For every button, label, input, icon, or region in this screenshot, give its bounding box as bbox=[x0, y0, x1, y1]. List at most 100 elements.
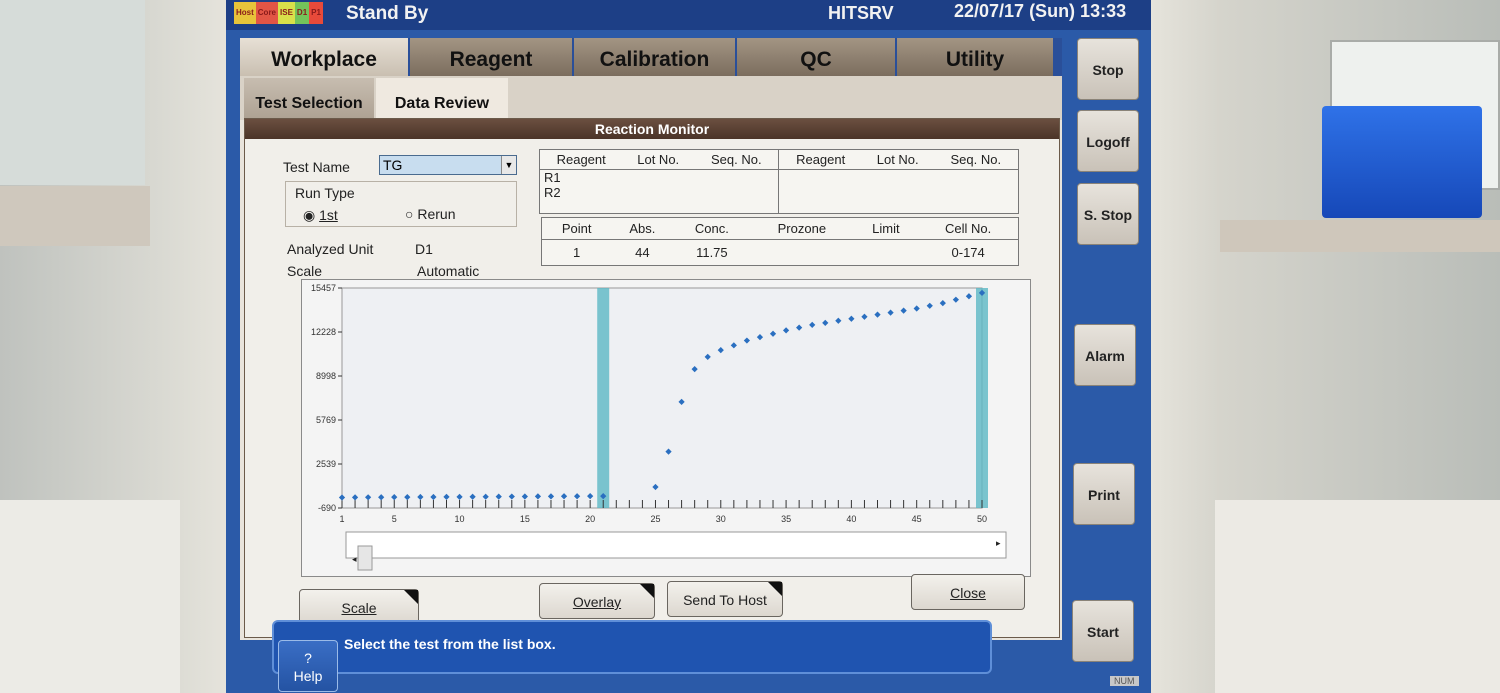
date-time: 22/07/17 (Sun) 13:33 bbox=[954, 1, 1127, 21]
s-stop-button[interactable]: S. Stop bbox=[1077, 183, 1139, 245]
background-shelf bbox=[0, 186, 150, 246]
system-status: Stand By bbox=[346, 3, 429, 24]
start-button[interactable]: Start bbox=[1072, 600, 1134, 662]
run-type-rerun-radio[interactable]: ○ Rerun bbox=[405, 206, 456, 222]
col-header: Seq. No. bbox=[933, 149, 1019, 170]
scale-button-label: Scale bbox=[341, 600, 377, 616]
x-tick-label: 35 bbox=[781, 514, 791, 524]
help-message: Select the test from the list box. bbox=[344, 636, 556, 652]
run-type-1st-radio[interactable]: ◉ 1st bbox=[303, 207, 338, 224]
x-tick-label: 1 bbox=[339, 514, 344, 524]
x-tick-label: 50 bbox=[977, 514, 987, 524]
tab-calibration[interactable]: Calibration bbox=[574, 38, 737, 76]
y-tick-label: 5769 bbox=[316, 415, 336, 425]
reagent-r1: R1 bbox=[544, 170, 561, 185]
help-button[interactable]: ? Help bbox=[278, 640, 338, 692]
horizontal-scrollbar bbox=[345, 531, 1007, 559]
button-corner-mark bbox=[640, 584, 654, 598]
tab-utility[interactable]: Utility bbox=[897, 38, 1055, 76]
reaction-monitor-dialog: Reaction Monitor Test Name TG ▼ Run Type… bbox=[244, 118, 1060, 638]
chevron-down-icon[interactable]: ▼ bbox=[501, 156, 516, 174]
table-row: 1 44 11.75 0-174 bbox=[541, 239, 1020, 266]
test-name-label: Test Name bbox=[283, 159, 350, 175]
status-indicators: Host Core ISE D1 P1 bbox=[234, 2, 323, 24]
test-name-select[interactable]: TG ▼ bbox=[379, 155, 517, 175]
reagent-r2: R2 bbox=[544, 185, 561, 200]
tab-test-selection[interactable]: Test Selection bbox=[244, 78, 374, 120]
run-type-label: Run Type bbox=[293, 185, 357, 201]
x-tick-label: 15 bbox=[520, 514, 530, 524]
col-header: Reagent bbox=[539, 149, 623, 170]
run-type-1st-label: 1st bbox=[319, 207, 338, 223]
col-header: Reagent bbox=[778, 149, 862, 170]
scroll-right-icon: ▸ bbox=[996, 538, 1001, 548]
main-panel: Workplace Reagent Calibration QC Utility… bbox=[240, 38, 1062, 640]
col-header: Seq. No. bbox=[694, 149, 780, 170]
main-tabs: Workplace Reagent Calibration QC Utility bbox=[240, 38, 1062, 76]
highlight-band bbox=[597, 288, 610, 508]
cell-point: 1 bbox=[541, 239, 612, 266]
col-header: Prozone bbox=[750, 217, 854, 240]
send-to-host-button[interactable]: Send To Host bbox=[667, 581, 783, 617]
cell-cell-no: 0-174 bbox=[918, 239, 1020, 266]
col-header: Lot No. bbox=[861, 149, 934, 170]
cell-conc: 11.75 bbox=[673, 239, 751, 266]
print-button[interactable]: Print bbox=[1073, 463, 1135, 525]
scale-value: Automatic bbox=[417, 263, 480, 279]
analyzed-unit-label: Analyzed Unit bbox=[287, 241, 374, 257]
col-header: Conc. bbox=[673, 217, 751, 240]
send-to-host-button-label: Send To Host bbox=[683, 592, 767, 608]
tab-qc[interactable]: QC bbox=[737, 38, 897, 76]
reagent-rows-2 bbox=[778, 169, 1019, 214]
reagent-table: Reagent Lot No. Seq. No. Reagent Lot No.… bbox=[538, 149, 1019, 214]
chart-svg: 1 5 10 15 20 25 30 35 40 45 50-6902539576989981222… bbox=[311, 283, 1007, 571]
logoff-button[interactable]: Logoff bbox=[1077, 110, 1139, 172]
cell-prozone bbox=[750, 239, 854, 266]
col-header: Limit bbox=[853, 217, 919, 240]
reagent-rows: R1 R2 bbox=[538, 169, 780, 214]
tab-data-review[interactable]: Data Review bbox=[376, 78, 508, 120]
status-indicator-host: Host bbox=[234, 2, 256, 24]
button-corner-mark bbox=[768, 582, 782, 596]
y-tick-label: 15457 bbox=[311, 283, 336, 293]
status-indicator-d1: D1 bbox=[294, 2, 310, 24]
col-header: Point bbox=[541, 217, 612, 240]
status-indicator-p1: P1 bbox=[309, 2, 323, 24]
scroll-left-icon: ◂ bbox=[352, 554, 357, 564]
cell-abs: 44 bbox=[611, 239, 674, 266]
x-tick-label: 45 bbox=[912, 514, 922, 524]
result-table: Point Abs. Conc. Prozone Limit Cell No. … bbox=[541, 217, 1020, 266]
close-button[interactable]: Close bbox=[911, 574, 1025, 610]
stop-button[interactable]: Stop bbox=[1077, 38, 1139, 100]
tab-workplace[interactable]: Workplace bbox=[240, 38, 410, 76]
background-shelf-right bbox=[1220, 220, 1500, 252]
num-lock-indicator: NUM bbox=[1110, 676, 1139, 686]
button-corner-mark bbox=[404, 590, 418, 604]
x-tick-label: 40 bbox=[846, 514, 856, 524]
y-tick-label: 2539 bbox=[316, 459, 336, 469]
y-tick-label: -690 bbox=[318, 503, 336, 513]
run-type-rerun-label: Rerun bbox=[417, 206, 456, 222]
dialog-title: Reaction Monitor bbox=[245, 119, 1059, 139]
overlay-button-label: Overlay bbox=[572, 594, 622, 610]
y-tick-label: 8998 bbox=[316, 371, 336, 381]
status-indicator-core: Core bbox=[255, 2, 279, 24]
test-name-value: TG bbox=[383, 157, 403, 173]
background-cabinet bbox=[1215, 500, 1500, 693]
x-tick-label: 30 bbox=[716, 514, 726, 524]
help-button-label: Help bbox=[293, 668, 323, 684]
status-bar: Host Core ISE D1 P1 Stand By HITSRV 22/07/17… bbox=[226, 0, 1151, 30]
scrollbar-thumb bbox=[357, 545, 373, 571]
background-table bbox=[0, 500, 180, 693]
alarm-button[interactable]: Alarm bbox=[1074, 324, 1136, 386]
sub-tabs: Test Selection Data Review bbox=[240, 76, 1062, 120]
analyzed-unit-value: D1 bbox=[415, 241, 433, 257]
x-tick-label: 10 bbox=[455, 514, 465, 524]
server-name: HITSRV bbox=[828, 3, 894, 23]
plot-area bbox=[341, 287, 983, 509]
analyzer-screen: Host Core ISE D1 P1 Stand By HITSRV 22/07/17… bbox=[226, 0, 1151, 693]
overlay-button[interactable]: Overlay bbox=[539, 583, 655, 619]
background-window bbox=[0, 0, 145, 185]
tab-reagent[interactable]: Reagent bbox=[410, 38, 574, 76]
x-tick-label: 5 bbox=[392, 514, 397, 524]
